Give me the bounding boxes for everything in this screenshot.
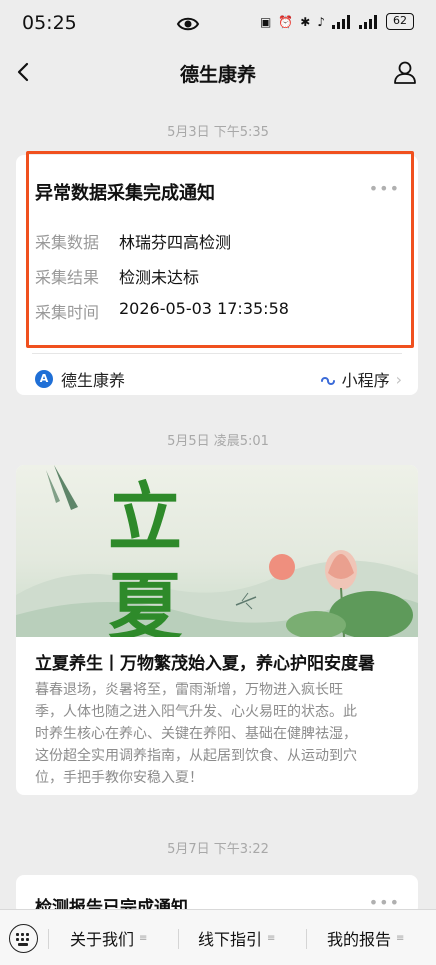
user-profile-icon[interactable] <box>392 59 418 85</box>
signal-icon <box>359 14 377 29</box>
account-logo-icon: A <box>35 370 53 388</box>
article-summary-line: 季，人体也随之进入阳气升发、心火易旺的状态。此 <box>35 704 357 720</box>
message-timestamp: 5月5日 凌晨5:01 <box>167 434 269 449</box>
tab-my-reports[interactable]: 我的报告 ≡ <box>327 926 404 950</box>
source-account[interactable]: A 德生康养 <box>35 367 125 391</box>
eye-icon <box>176 17 200 31</box>
status-bar: 05:25 ▣ ⏰ ✱ ♪ 62 <box>0 0 436 48</box>
status-time: 05:25 <box>22 12 77 34</box>
nfc-icon: ▣ <box>259 14 272 29</box>
status-icons: ▣ ⏰ ✱ ♪ 62 <box>260 13 414 30</box>
mini-program-link[interactable]: 小程序 › <box>318 367 402 391</box>
menu-lines-icon: ≡ <box>396 932 405 944</box>
article-summary: 暮春退场，炎暑将至，雷雨渐增，万物进入疯长旺 季，人体也随之进入阳气升发、心火易… <box>35 679 401 789</box>
message-timestamp: 5月7日 下午3:22 <box>167 842 269 857</box>
banner-glyph: 立 <box>108 475 182 561</box>
signal-icon <box>332 14 350 29</box>
article-summary-line: 这份超全实用调养指南，从起居到饮食、从运动到穴 <box>35 748 357 764</box>
nav-bar: 德生康养 <box>0 48 436 98</box>
tab-label: 我的报告 <box>327 930 392 949</box>
tab-offline-guide[interactable]: 线下指引 ≡ <box>198 926 275 950</box>
tab-divider <box>178 929 179 949</box>
tab-label: 线下指引 <box>198 930 263 949</box>
highlight-box <box>26 151 414 348</box>
article-card[interactable]: 立 夏 立夏养生丨万物繁茂始入夏，养心护阳安度暑 暮春退场，炎暑将至，雷雨渐增，… <box>16 465 418 795</box>
article-summary-line: 时养生核心在养心、关键在养阳、基础在健脾祛湿， <box>35 726 357 742</box>
article-title: 立夏养生丨万物繁茂始入夏，养心护阳安度暑 <box>35 654 375 674</box>
tab-label: 关于我们 <box>70 930 135 949</box>
mini-program-icon <box>320 377 335 385</box>
article-cover-image: 立 夏 <box>16 465 418 637</box>
divider <box>32 353 402 354</box>
alarm-icon: ⏰ <box>278 14 294 29</box>
mute-icon: ♪ <box>317 14 325 29</box>
keyboard-icon[interactable] <box>9 924 38 953</box>
tab-about-us[interactable]: 关于我们 ≡ <box>70 926 147 950</box>
message-timestamp: 5月3日 下午5:35 <box>167 125 269 140</box>
summer-illustration: 立 夏 <box>16 465 418 637</box>
mini-program-label: 小程序 <box>341 371 390 390</box>
article-summary-line: 暮春退场，炎暑将至，雷雨渐增，万物进入疯长旺 <box>35 682 343 698</box>
article-summary-line: 位，手把手教你安稳入夏！ <box>35 770 203 786</box>
battery-indicator: 62 <box>386 13 414 30</box>
tab-divider <box>306 929 307 949</box>
menu-lines-icon: ≡ <box>139 932 148 944</box>
page-title: 德生康养 <box>179 64 256 86</box>
tab-divider <box>48 929 49 949</box>
source-name: 德生康养 <box>61 371 126 390</box>
menu-lines-icon: ≡ <box>267 932 276 944</box>
banner-glyph: 夏 <box>108 565 183 637</box>
bottom-menu-bar: 关于我们 ≡ 线下指引 ≡ 我的报告 ≡ <box>0 909 436 965</box>
chevron-right-icon: › <box>395 369 402 389</box>
bluetooth-icon: ✱ <box>300 14 311 29</box>
